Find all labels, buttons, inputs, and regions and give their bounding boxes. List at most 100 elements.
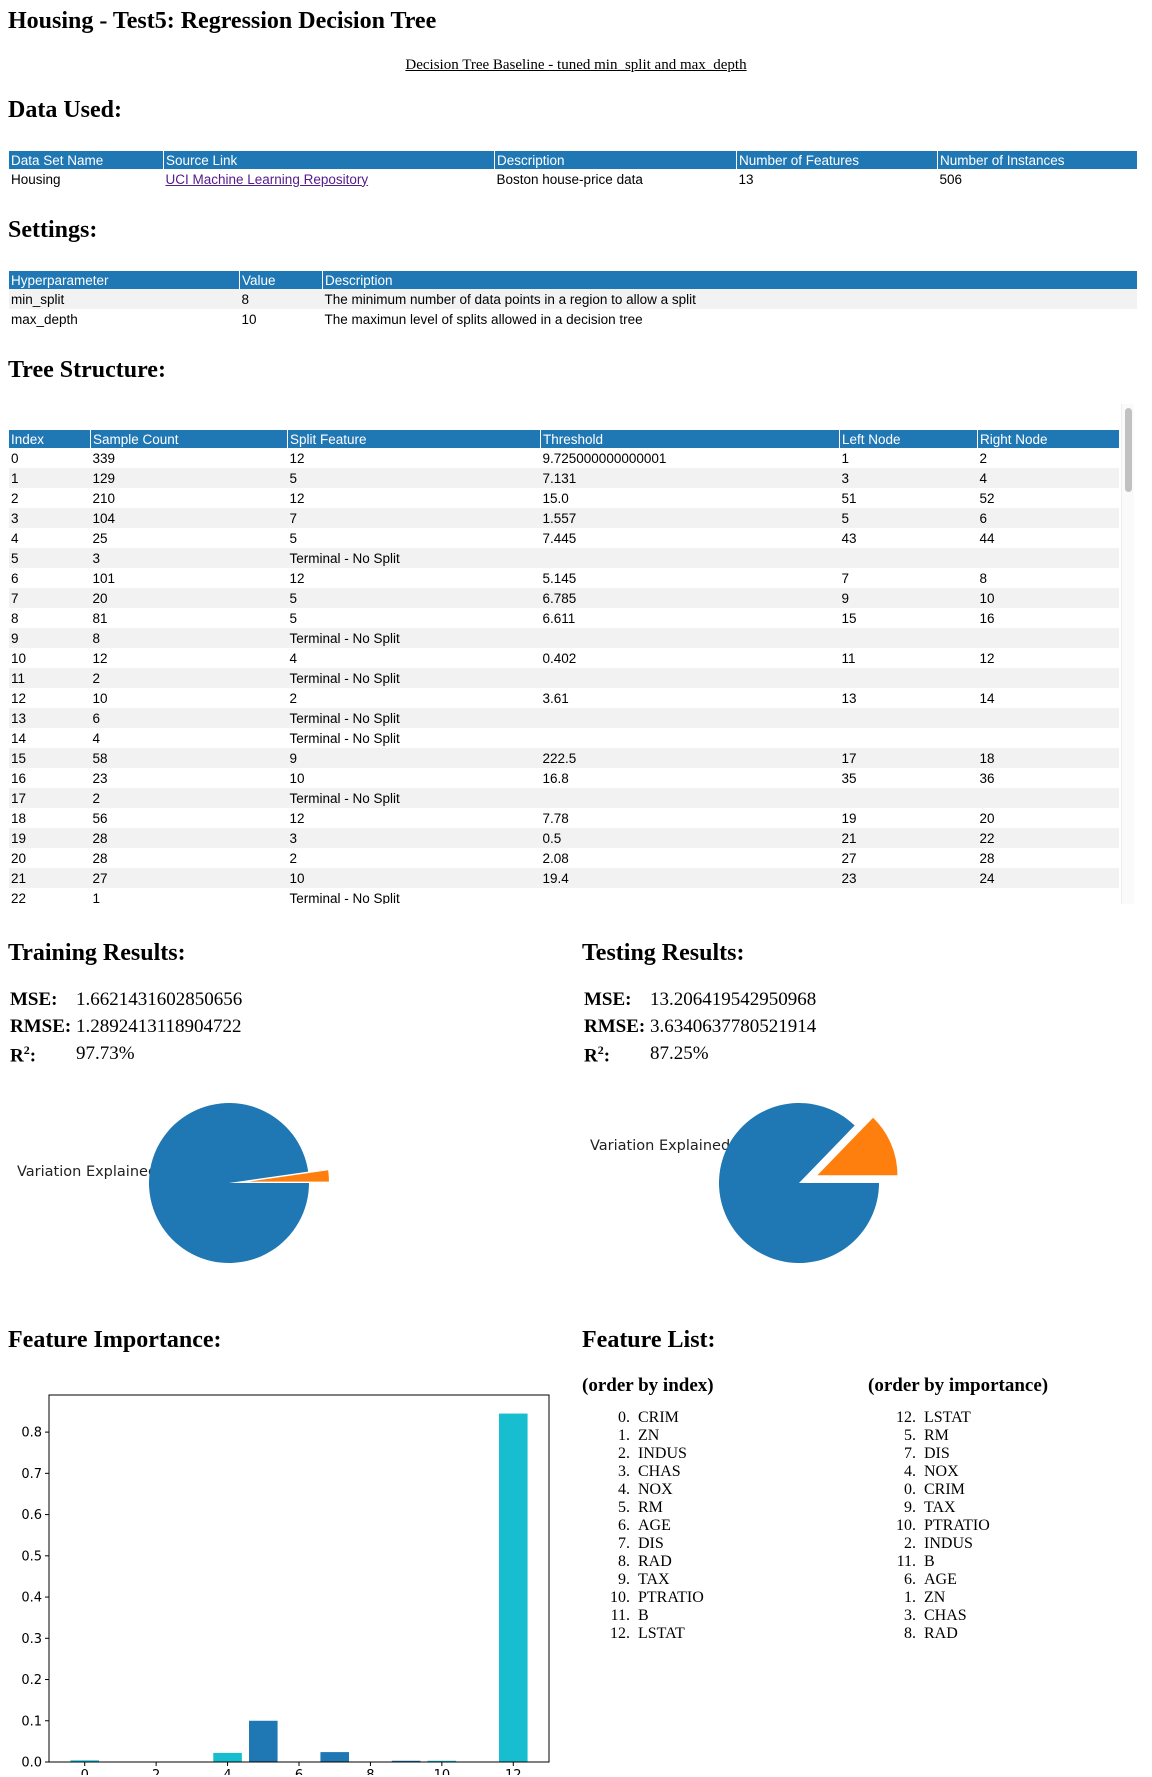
list-item-label: LSTAT: [638, 1625, 685, 1642]
metric-label: R2:: [10, 1043, 37, 1067]
cell: 5: [287, 588, 541, 608]
cell: [540, 788, 840, 808]
feature-list-by-importance: (order by importance) 12. LSTAT 5. RM 7. DIS 4…: [868, 1375, 1048, 1643]
importance-heading: Feature Importance:: [8, 1327, 222, 1353]
list-item-number: 11.: [896, 1553, 916, 1570]
y-tick-label: 0.6: [21, 1508, 42, 1523]
cell: [541, 728, 840, 748]
cell: min_split: [9, 289, 240, 309]
cell: [839, 628, 978, 648]
training-heading: Training Results:: [8, 940, 186, 966]
cell: 7: [287, 508, 541, 528]
cell: 12: [11, 690, 27, 706]
list-item-number: 10.: [896, 1517, 916, 1534]
plot-frame: [48, 1394, 550, 1763]
cell: 28: [90, 828, 288, 848]
cell: 2: [289, 690, 298, 706]
tree-scroll-container[interactable]: Index Sample Count Split Feature Thresho…: [8, 404, 1134, 904]
table-row: 11 2 Terminal - No Split: [9, 668, 1119, 688]
list-item: 9. TAX: [582, 1571, 714, 1589]
cell: 2: [979, 450, 988, 466]
cell: 2: [90, 788, 288, 808]
cell: [977, 668, 1119, 688]
metric-label: RMSE:: [584, 1016, 646, 1037]
table-row: 4 25 5 7.445 43 44: [9, 528, 1119, 548]
col-index: Index: [9, 430, 91, 448]
x-tick-label: 0: [81, 1768, 89, 1775]
cell: 4: [11, 530, 19, 546]
training-mse-value: 1.6621431602850656: [76, 989, 243, 1010]
cell: 7.78: [542, 810, 569, 826]
cell: 3: [9, 508, 91, 528]
x-tick-label: 12: [505, 1768, 522, 1775]
cell: 5: [287, 468, 541, 488]
cell: The minimum number of data points in a r…: [322, 289, 1137, 309]
cell: 1: [92, 890, 101, 905]
cell: [839, 708, 978, 728]
testing-heading: Testing Results:: [582, 940, 745, 966]
list-item-label: RM: [638, 1499, 663, 1516]
list-item-label: INDUS: [924, 1535, 973, 1552]
list-item-number: 1.: [904, 1589, 916, 1606]
list-item-label: INDUS: [638, 1445, 687, 1462]
cell: [977, 548, 1119, 568]
list-item: 4. NOX: [868, 1463, 1048, 1481]
x-tick-label: 4: [223, 1768, 231, 1775]
training-r2-value: 97.73%: [76, 1043, 135, 1064]
bar: [499, 1413, 528, 1762]
list-item-number: 7.: [618, 1535, 630, 1552]
cell: 7: [9, 588, 91, 608]
cell: 13: [841, 690, 857, 706]
list-item: 0. CRIM: [582, 1409, 714, 1427]
testing-pie-label: Variation Explained: [590, 1138, 731, 1154]
table-row: 9 8 Terminal - No Split: [9, 628, 1119, 648]
feature-list-heading: Feature List:: [582, 1327, 716, 1353]
cell: [540, 548, 840, 568]
cell: 0: [11, 450, 19, 466]
list-item: 11. B: [582, 1607, 714, 1625]
list-item-number: 7.: [904, 1445, 916, 1462]
table-row: 17 2 Terminal - No Split: [9, 788, 1119, 808]
cell: 6.785: [540, 588, 840, 608]
source-link[interactable]: UCI Machine Learning Repository: [166, 172, 369, 187]
list-item-number: 8.: [618, 1553, 630, 1570]
cell: 22: [11, 890, 27, 905]
metric-label: RMSE:: [10, 1016, 72, 1037]
list-item-number: 9.: [904, 1499, 916, 1516]
cell: 11: [9, 668, 91, 688]
y-tick-label: 0.1: [21, 1714, 42, 1729]
cell: 28: [979, 850, 995, 866]
cell: 6: [11, 570, 19, 586]
cell: 506: [939, 171, 963, 187]
scrollbar-track[interactable]: [1121, 404, 1134, 904]
by-importance-heading: (order by importance): [868, 1375, 1049, 1396]
col-right-node: Right Node: [977, 430, 1119, 448]
list-item-number: 12.: [610, 1625, 630, 1642]
testing-metrics: MSE: 13.206419542950968 RMSE: 3.6340637780…: [584, 989, 816, 1070]
cell: 10: [241, 311, 257, 327]
cell: 3: [90, 548, 288, 568]
list-item-number: 2.: [904, 1535, 916, 1552]
scrollbar-thumb[interactable]: [1125, 408, 1132, 492]
list-item-label: ZN: [924, 1589, 946, 1606]
table-row: 2 210 12 15.0 51 52: [9, 488, 1119, 508]
table-row: 0 339 12 9.725000000000001 1 2: [9, 448, 1119, 468]
cell: 0.402: [542, 650, 577, 666]
cell: 6.611: [542, 610, 576, 626]
cell: 12: [92, 650, 108, 666]
settings-table: Hyperparameter Value Description min_spl…: [9, 271, 1137, 329]
list-item-number: 11.: [610, 1607, 630, 1624]
cell: 210: [92, 490, 116, 506]
cell: 9.725000000000001: [542, 450, 667, 466]
list-item: 8. RAD: [868, 1625, 1048, 1643]
y-tick-label: 0.4: [21, 1591, 42, 1606]
table-row: 10 12 4 0.402 11 12: [9, 648, 1119, 668]
cell: 7.445: [542, 530, 577, 546]
cell: 14: [11, 730, 27, 746]
data-used-heading: Data Used:: [8, 97, 122, 123]
table-row: 18 56 12 7.78 19 20: [9, 808, 1119, 828]
table-row: 3 104 7 1.557 5 6: [9, 508, 1119, 528]
cell: 52: [979, 490, 995, 506]
table-row: 12 10 2 3.61 13 14: [9, 688, 1119, 708]
tree-table: Index Sample Count Split Feature Thresho…: [9, 430, 1119, 904]
